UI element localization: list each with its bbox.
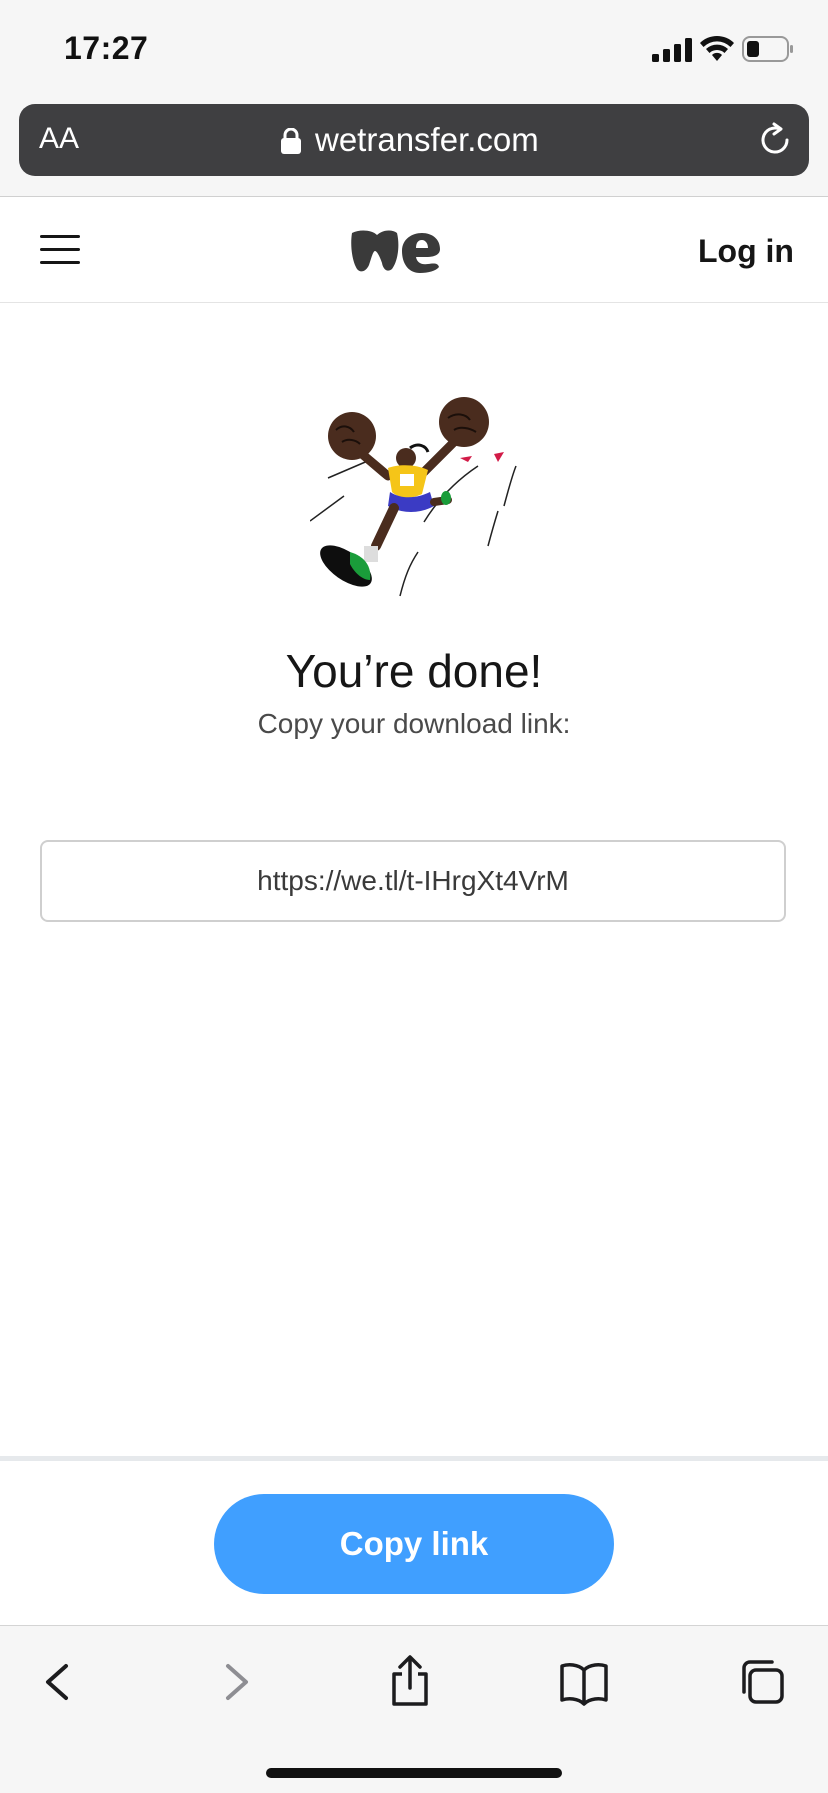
share-icon[interactable] xyxy=(386,1654,434,1708)
text-size-button[interactable]: AA xyxy=(39,124,79,154)
lock-icon xyxy=(281,128,301,154)
login-link[interactable]: Log in xyxy=(698,233,794,270)
download-link-field[interactable]: https://we.tl/t-IHrgXt4VrM xyxy=(40,840,786,922)
back-icon[interactable] xyxy=(34,1658,82,1706)
forward-icon[interactable] xyxy=(212,1658,260,1706)
address-domain[interactable]: wetransfer.com xyxy=(315,120,539,160)
cellular-signal-icon xyxy=(652,38,692,62)
browser-toolbar xyxy=(0,1625,828,1793)
tabs-icon[interactable] xyxy=(738,1658,786,1706)
browser-top-bar: AA wetransfer.com xyxy=(0,96,828,197)
status-time: 17:27 xyxy=(64,30,149,66)
copy-link-label: Copy link xyxy=(339,1525,489,1562)
page-title: You’re done! xyxy=(285,645,543,697)
site-header: Log in xyxy=(0,197,828,303)
wifi-icon xyxy=(700,35,734,61)
page-subtitle: Copy your download link: xyxy=(257,708,571,739)
download-link-value[interactable]: https://we.tl/t-IHrgXt4VrM xyxy=(257,865,569,897)
reload-icon[interactable] xyxy=(757,122,793,158)
celebrating-runner-illustration xyxy=(310,397,517,597)
copy-link-button[interactable]: Copy link xyxy=(214,1494,614,1594)
battery-icon xyxy=(742,36,793,62)
home-indicator xyxy=(266,1768,562,1778)
bookmarks-icon[interactable] xyxy=(560,1658,608,1706)
wetransfer-logo[interactable] xyxy=(350,227,442,273)
hamburger-menu-icon[interactable] xyxy=(40,235,80,265)
status-bar: 17:27 xyxy=(0,0,828,96)
text-size-label: AA xyxy=(39,122,80,155)
address-bar[interactable]: AA wetransfer.com xyxy=(19,104,809,176)
divider xyxy=(0,1456,828,1461)
